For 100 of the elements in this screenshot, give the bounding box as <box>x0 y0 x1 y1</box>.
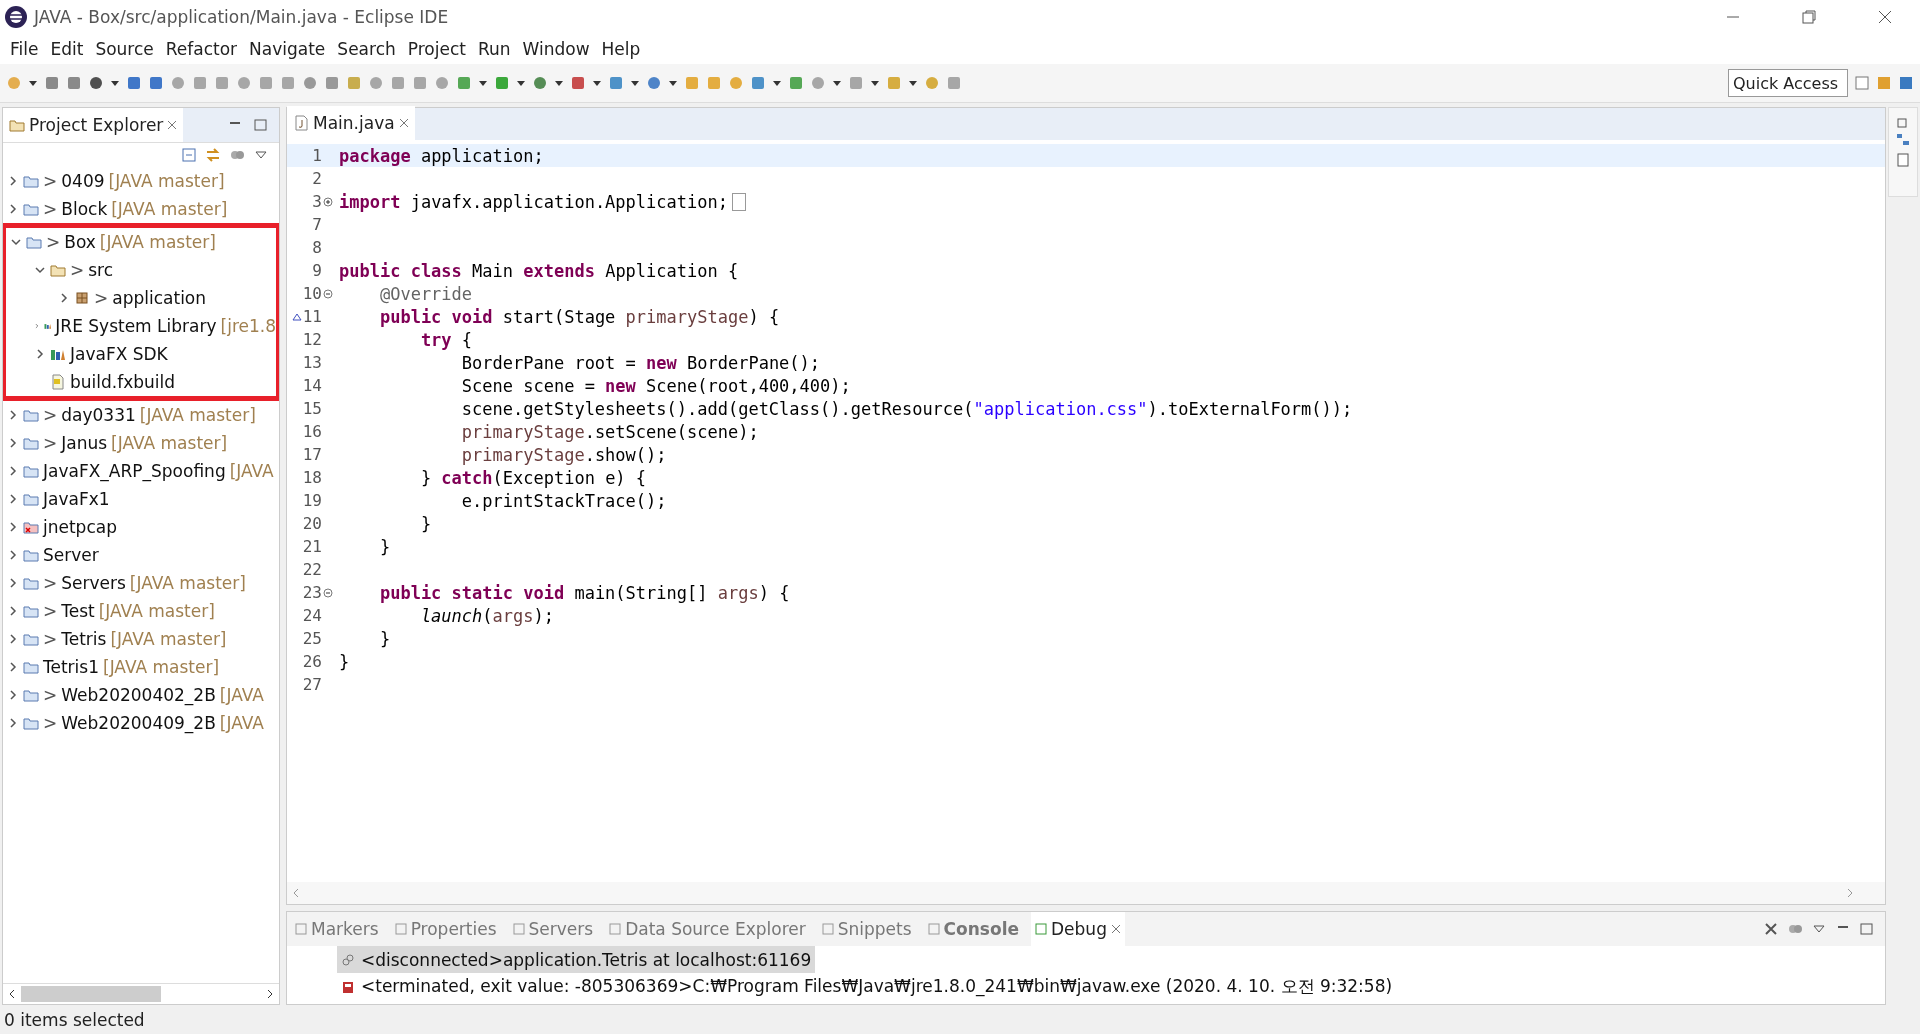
chevron-right-icon[interactable] <box>58 292 70 304</box>
tree-item[interactable]: JavaFX SDK <box>70 344 168 364</box>
menu-item[interactable]: Project <box>401 39 472 59</box>
caret-icon[interactable] <box>478 78 488 88</box>
tree-item[interactable]: JavaFx1 <box>43 489 110 509</box>
scrollbar-thumb[interactable] <box>21 986 161 1002</box>
menu-item[interactable]: Source <box>89 39 160 59</box>
chevron-right-icon[interactable] <box>7 549 19 561</box>
chevron-right-icon[interactable] <box>7 633 19 645</box>
menu-item[interactable]: File <box>4 39 45 59</box>
chevron-right-icon[interactable] <box>34 348 46 360</box>
tree-item[interactable]: Tetris <box>61 629 107 649</box>
maximize-icon[interactable] <box>1859 921 1875 937</box>
caret-icon[interactable] <box>28 78 38 88</box>
chevron-right-icon[interactable] <box>7 409 19 421</box>
chevron-right-icon[interactable] <box>7 175 19 187</box>
toolbar-icon[interactable] <box>88 75 104 91</box>
close-icon[interactable] <box>167 120 178 130</box>
perspective-icon[interactable] <box>1898 75 1914 91</box>
tree-item[interactable]: Web20200402_2B <box>61 685 216 705</box>
chevron-right-icon[interactable] <box>7 493 19 505</box>
menu-item[interactable]: Help <box>595 39 647 59</box>
tree-item[interactable]: build.fxbuild <box>70 372 176 392</box>
scroll-left-icon[interactable] <box>7 989 17 999</box>
quick-access-field[interactable]: Quick Access <box>1728 69 1848 97</box>
view-tab[interactable]: Snippets <box>817 912 916 946</box>
close-icon[interactable] <box>1877 9 1893 25</box>
tree-item[interactable]: Server <box>43 545 99 565</box>
chevron-down-icon[interactable] <box>34 264 46 276</box>
menu-item[interactable]: Edit <box>44 39 90 59</box>
chevron-right-icon[interactable] <box>7 203 19 215</box>
view-tab[interactable]: Data Source Explorer <box>605 912 810 946</box>
chevron-down-icon[interactable] <box>10 236 22 248</box>
view-tab[interactable]: Project Explorer <box>3 108 184 142</box>
menu-item[interactable]: Navigate <box>243 39 332 59</box>
remove-all-icon[interactable] <box>1763 921 1779 937</box>
fold-minus-icon[interactable] <box>323 288 333 299</box>
toolbar-icon[interactable] <box>608 75 624 91</box>
scroll-right-icon[interactable] <box>265 989 275 999</box>
toolbar-icon[interactable] <box>126 75 142 91</box>
caret-icon[interactable] <box>630 78 640 88</box>
toolbar-icon[interactable] <box>44 75 60 91</box>
link-arrows-icon[interactable] <box>205 147 221 163</box>
fold-minus-icon[interactable] <box>323 587 333 598</box>
chevron-right-icon[interactable] <box>7 689 19 701</box>
chevron-right-icon[interactable] <box>7 437 19 449</box>
chevron-right-icon[interactable] <box>7 605 19 617</box>
debug-entry[interactable]: <terminated, exit value: -805306369>C:₩Program Files₩Java₩jre1.8.0_241₩bin₩javaw.exe (2020. 4. 10. 오전 9:32:58) <box>337 973 1397 1000</box>
caret-icon[interactable] <box>870 78 880 88</box>
caret-icon[interactable] <box>908 78 918 88</box>
caret-icon[interactable] <box>832 78 842 88</box>
toolbar-icon[interactable] <box>148 75 164 91</box>
menu-item[interactable]: Run <box>471 39 517 59</box>
tree-item[interactable]: Servers <box>61 573 126 593</box>
tree-item[interactable]: 0409 <box>61 171 105 191</box>
restore-icon[interactable] <box>1897 116 1909 128</box>
caret-icon[interactable] <box>592 78 602 88</box>
chevron-right-icon[interactable] <box>7 465 19 477</box>
chevron-right-icon[interactable] <box>7 661 19 673</box>
chevron-right-icon[interactable] <box>7 717 19 729</box>
toolbar-icon[interactable] <box>66 75 82 91</box>
caret-icon[interactable] <box>516 78 526 88</box>
view-tab[interactable]: Console <box>923 912 1023 946</box>
tree-item[interactable]: jnetpcap <box>43 517 117 537</box>
chevron-right-icon[interactable] <box>7 577 19 589</box>
menu-item[interactable]: Search <box>331 39 402 59</box>
view-tab[interactable]: Debug <box>1031 912 1125 946</box>
tree-item[interactable]: Web20200409_2B <box>61 713 216 733</box>
close-icon[interactable] <box>398 118 409 128</box>
editor-tab[interactable]: Main.java <box>287 106 415 140</box>
tree-item[interactable]: Block <box>61 199 108 219</box>
caret-icon[interactable] <box>554 78 564 88</box>
menu-item[interactable]: Refactor <box>159 39 244 59</box>
tree-item[interactable]: day0331 <box>61 405 136 425</box>
toolbar-icon[interactable] <box>532 75 548 91</box>
perspective-icon[interactable] <box>1854 75 1870 91</box>
tree-item[interactable]: JRE System Library <box>55 316 217 336</box>
tree-item[interactable]: Tetris1 <box>43 657 99 677</box>
view-tab[interactable]: Markers <box>291 912 383 946</box>
tree-item[interactable]: application <box>112 288 207 308</box>
perspective-icon[interactable] <box>1876 75 1892 91</box>
folded-code-box[interactable] <box>731 192 746 211</box>
caret-icon[interactable] <box>668 78 678 88</box>
fold-plus-icon[interactable] <box>323 196 333 207</box>
chevron-right-icon[interactable] <box>7 521 19 533</box>
tree-item[interactable]: Box <box>64 232 96 252</box>
debug-entry[interactable]: <disconnected>application.Tetris at localhost:61169 <box>337 946 816 973</box>
toolbar-icon[interactable] <box>646 75 662 91</box>
restore-icon[interactable] <box>1801 9 1817 25</box>
view-tab[interactable]: Servers <box>508 912 598 946</box>
caret-icon[interactable] <box>772 78 782 88</box>
maximize-icon[interactable] <box>253 117 269 133</box>
tree-item[interactable]: src <box>88 260 114 280</box>
tree-item[interactable]: Janus <box>61 433 108 453</box>
caret-icon[interactable] <box>110 78 120 88</box>
toolbar-icon[interactable] <box>750 75 766 91</box>
tree-item[interactable]: Test <box>61 601 95 621</box>
tree-item[interactable]: JavaFX_ARP_Spoofing <box>43 461 226 481</box>
close-icon[interactable] <box>1110 924 1121 934</box>
toolbar-icon[interactable] <box>570 75 586 91</box>
